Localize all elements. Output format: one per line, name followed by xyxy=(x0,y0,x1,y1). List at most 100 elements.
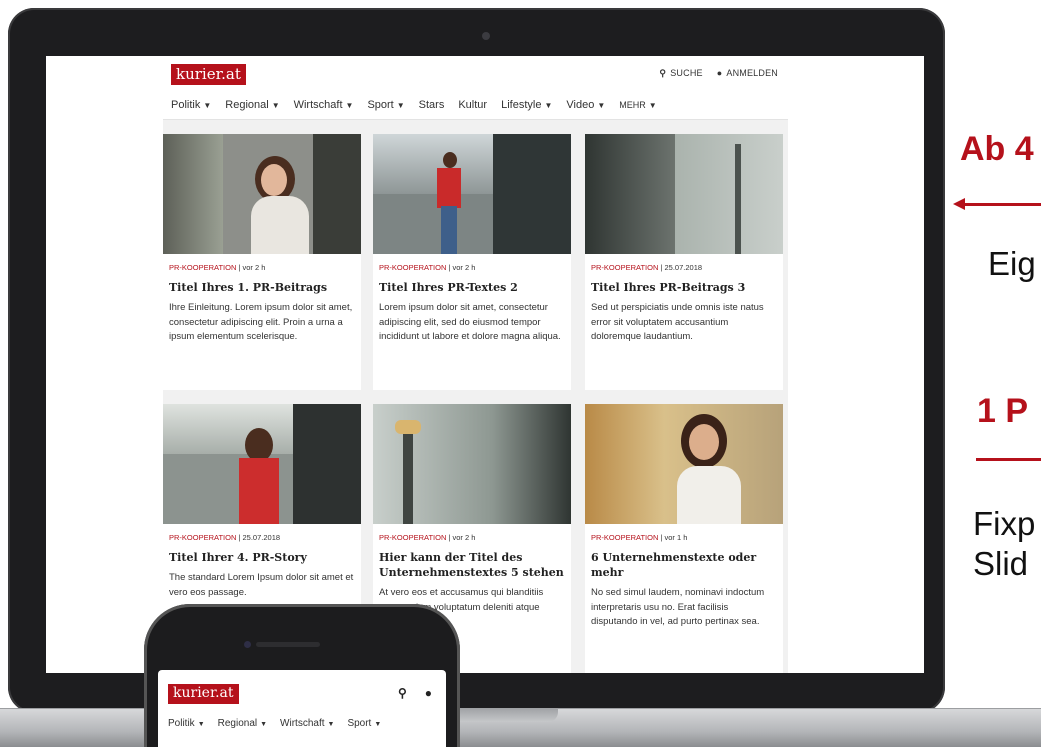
article-title[interactable]: Titel Ihres 1. PR-Beitrags xyxy=(169,280,355,295)
callout-heading-2: 1 P xyxy=(977,392,1029,430)
article-meta: PR-KOOPERATION | vor 2 h xyxy=(169,263,355,272)
nav-label: Regional xyxy=(217,718,258,729)
chevron-down-icon: ▼ xyxy=(271,100,280,110)
article-card[interactable]: PR-KOOPERATION | vor 1 h 6 Unternehmenst… xyxy=(585,404,783,673)
nav-item-lifestyle[interactable]: Lifestyle ▼ xyxy=(501,99,552,111)
nav-item-video[interactable]: Video ▼ xyxy=(566,99,605,111)
chevron-down-icon: ▼ xyxy=(597,100,606,110)
article-title[interactable]: Titel Ihres PR-Beitrags 3 xyxy=(591,280,777,295)
phone-nav-item-regional[interactable]: Regional ▼ xyxy=(218,718,267,729)
nav-label: Video xyxy=(566,98,595,111)
nav-label: Wirtschaft xyxy=(280,718,325,729)
article-title[interactable]: Hier kann der Titel des Unternehmenstext… xyxy=(379,550,565,580)
article-meta: PR-KOOPERATION | 25.07.2018 xyxy=(591,263,777,272)
nav-label: MEHR xyxy=(619,99,646,110)
chevron-down-icon: ▼ xyxy=(648,100,657,110)
phone-nav-item-wirtschaft[interactable]: Wirtschaft ▼ xyxy=(280,718,334,729)
user-icon: ● xyxy=(716,68,723,78)
article-tag: PR-KOOPERATION xyxy=(169,533,237,542)
nav-item-sport[interactable]: Sport ▼ xyxy=(367,99,404,111)
search-label: SUCHE xyxy=(670,68,703,78)
article-meta: PR-KOOPERATION | vor 2 h xyxy=(379,263,565,272)
phone-site-logo[interactable]: kurier.at xyxy=(168,684,239,704)
chevron-down-icon: ▼ xyxy=(374,721,382,728)
article-tag: PR-KOOPERATION xyxy=(591,263,659,272)
article-teaser: The standard Lorem Ipsum dolor sit amet … xyxy=(169,572,354,598)
article-time: | 25.07.2018 xyxy=(660,263,703,272)
nav-item-wirtschaft[interactable]: Wirtschaft ▼ xyxy=(294,99,354,111)
article-image xyxy=(163,404,361,524)
kurier-website: kurier.at ⚲ SUCHE ● ANMELDEN Politik ▼ Regi… xyxy=(163,56,788,673)
chevron-down-icon: ▼ xyxy=(396,100,405,110)
phone-header-actions: ⚲ ● xyxy=(398,686,432,700)
article-image xyxy=(585,134,783,254)
phone-nav-item-politik[interactable]: Politik ▼ xyxy=(168,718,205,729)
article-tag: PR-KOOPERATION xyxy=(169,263,237,272)
article-image xyxy=(585,404,783,524)
nav-label: Lifestyle xyxy=(501,98,542,111)
phone-screen: kurier.at ⚲ ● Politik ▼ Regional ▼ Wirtsch… xyxy=(158,670,446,747)
article-time: | 25.07.2018 xyxy=(238,533,281,542)
article-tag: PR-KOOPERATION xyxy=(591,533,659,542)
nav-label: Politik xyxy=(171,98,201,111)
nav-label: Kultur xyxy=(458,98,488,111)
article-card[interactable]: PR-KOOPERATION | vor 2 h Titel Ihres 1. … xyxy=(163,134,361,390)
camera-icon xyxy=(482,32,490,40)
article-image xyxy=(163,134,361,254)
article-title[interactable]: Titel Ihrer 4. PR-Story xyxy=(169,550,355,565)
nav-label: Regional xyxy=(225,98,269,111)
phone-camera-icon xyxy=(244,641,251,648)
article-teaser: Lorem ipsum dolor sit amet, consectetur … xyxy=(379,302,561,342)
search-icon: ⚲ xyxy=(659,68,667,78)
callout-text-1: Eig xyxy=(988,245,1036,282)
nav-item-stars[interactable]: Stars xyxy=(419,99,445,111)
article-title[interactable]: Titel Ihres PR-Textes 2 xyxy=(379,280,565,295)
site-header: kurier.at ⚲ SUCHE ● ANMELDEN xyxy=(163,56,788,90)
article-meta: PR-KOOPERATION | vor 1 h xyxy=(591,533,777,542)
user-icon[interactable]: ● xyxy=(425,686,432,700)
nav-item-kultur[interactable]: Kultur xyxy=(458,99,487,111)
chevron-down-icon: ▼ xyxy=(260,721,268,728)
callout-heading-1: Ab 4 xyxy=(960,130,1034,168)
phone-frame: kurier.at ⚲ ● Politik ▼ Regional ▼ Wirtsch… xyxy=(144,604,460,747)
phone-speaker xyxy=(256,642,320,647)
article-meta: PR-KOOPERATION | vor 2 h xyxy=(379,533,565,542)
callout-text-2a: Fixp xyxy=(973,505,1036,542)
login-label: ANMELDEN xyxy=(726,68,778,78)
search-icon[interactable]: ⚲ xyxy=(398,686,407,700)
article-card[interactable]: PR-KOOPERATION | vor 2 h Titel Ihres PR-… xyxy=(373,134,571,390)
article-time: | vor 2 h xyxy=(448,533,476,542)
phone-nav-item-sport[interactable]: Sport ▼ xyxy=(347,718,381,729)
article-time: | vor 2 h xyxy=(448,263,476,272)
header-actions: ⚲ SUCHE ● ANMELDEN xyxy=(659,68,778,79)
main-nav: Politik ▼ Regional ▼ Wirtschaft ▼ Sport ▼ St… xyxy=(163,90,788,120)
article-tag: PR-KOOPERATION xyxy=(379,263,447,272)
chevron-down-icon: ▼ xyxy=(203,100,212,110)
nav-label: Politik xyxy=(168,718,195,729)
chevron-down-icon: ▼ xyxy=(345,100,354,110)
nav-label: Wirtschaft xyxy=(293,98,343,111)
arrow-line xyxy=(962,203,1041,206)
article-card[interactable]: PR-KOOPERATION | 25.07.2018 Titel Ihres … xyxy=(585,134,783,390)
article-teaser: No sed simul laudem, nominavi indoctum i… xyxy=(591,587,765,627)
login-button[interactable]: ● ANMELDEN xyxy=(717,68,778,79)
laptop-screen: kurier.at ⚲ SUCHE ● ANMELDEN Politik ▼ Regi… xyxy=(46,56,924,673)
article-teaser: Ihre Einleitung. Lorem ipsum dolor sit a… xyxy=(169,302,353,342)
phone-nav: Politik ▼ Regional ▼ Wirtschaft ▼ Sport ▼ xyxy=(168,718,381,729)
chevron-down-icon: ▼ xyxy=(544,100,553,110)
search-button[interactable]: ⚲ SUCHE xyxy=(659,68,702,79)
nav-label: Sport xyxy=(347,718,372,729)
article-title[interactable]: 6 Unternehmenstexte oder mehr xyxy=(591,550,777,580)
article-time: | vor 1 h xyxy=(660,533,688,542)
site-logo[interactable]: kurier.at xyxy=(171,64,246,85)
article-teaser: Sed ut perspiciatis unde omnis iste natu… xyxy=(591,302,764,342)
nav-item-mehr[interactable]: MEHR ▼ xyxy=(619,99,656,111)
article-meta: PR-KOOPERATION | 25.07.2018 xyxy=(169,533,355,542)
nav-item-politik[interactable]: Politik ▼ xyxy=(171,99,211,111)
callout-text-2b: Slid xyxy=(973,545,1029,582)
article-image xyxy=(373,404,571,524)
article-time: | vor 2 h xyxy=(238,263,266,272)
article-tag: PR-KOOPERATION xyxy=(379,533,447,542)
callout-rule xyxy=(976,458,1041,461)
nav-item-regional[interactable]: Regional ▼ xyxy=(225,99,279,111)
